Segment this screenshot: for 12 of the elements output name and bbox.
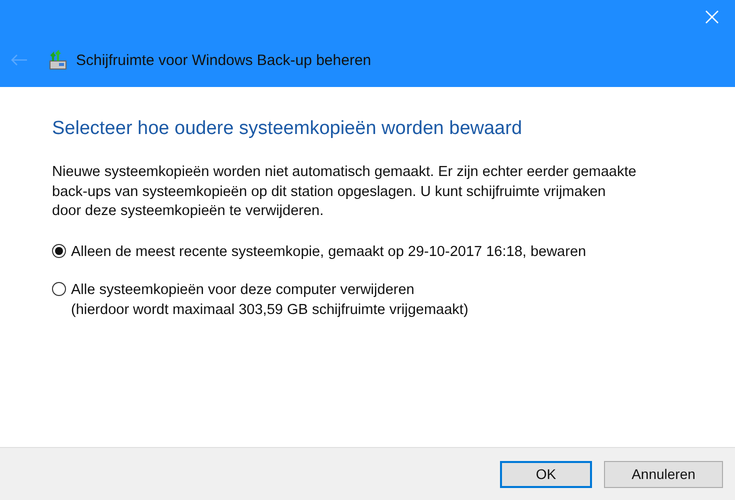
radio-button[interactable] — [52, 282, 66, 296]
radio-button[interactable] — [52, 244, 66, 258]
window-title: Schijfruimte voor Windows Back-up beheren — [76, 52, 372, 68]
cancel-button[interactable]: Annuleren — [604, 460, 723, 488]
backup-drive-icon — [48, 50, 68, 70]
option-note: (hierdoor wordt maximaal 303,59 GB schijfruimte vrijgemaakt) — [71, 300, 468, 320]
option-label[interactable]: Alleen de meest recente systeemkopie, gemaakt op 29-10-2017 16:18, bewaren — [71, 242, 586, 262]
close-icon[interactable] — [705, 10, 719, 24]
option-label[interactable]: Alle systeemkopieën voor deze computer verwijderen — [71, 280, 468, 300]
dialog-heading: Selecteer hoe oudere systeemkopieën worden bewaard — [52, 118, 524, 140]
description-text: Nieuwe systeemkopieën worden niet automatisch gemaakt. Er zijn echter eerder gemaakte back-ups van systeemkopieën op dit station opgeslagen. U kunt schijfruimte vrijmaken door deze systeemkopieën te verwijderen. — [52, 163, 637, 221]
ok-button[interactable]: OK — [500, 460, 592, 488]
